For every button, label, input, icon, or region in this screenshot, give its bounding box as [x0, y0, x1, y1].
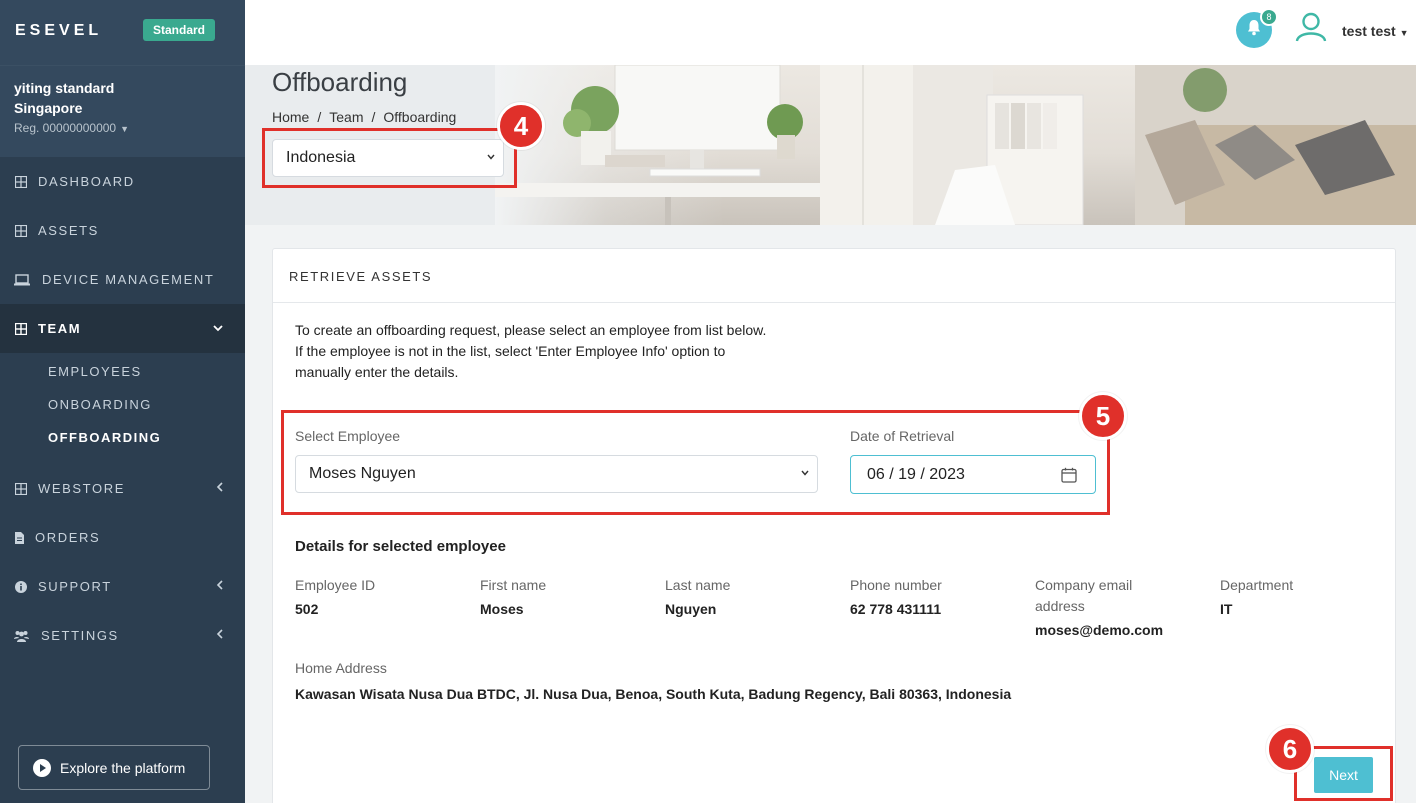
- home-address-value: Kawasan Wisata Nusa Dua BTDC, Jl. Nusa D…: [295, 686, 1012, 702]
- breadcrumb: Home / Team / Offboarding: [272, 109, 457, 125]
- sidebar-item-label: SUPPORT: [38, 579, 112, 594]
- org-switcher[interactable]: yiting standard Singapore Reg. 000000000…: [0, 65, 245, 157]
- breadcrumb-home[interactable]: Home: [272, 109, 309, 125]
- sidebar-item-label: SETTINGS: [41, 628, 119, 643]
- field-label: Phone number: [850, 577, 942, 593]
- sidebar-item-assets[interactable]: ASSETS: [0, 206, 245, 255]
- breadcrumb-current: Offboarding: [383, 109, 457, 125]
- sidebar-item-orders[interactable]: ORDERS: [0, 513, 245, 562]
- team-subnav: EMPLOYEES ONBOARDING OFFBOARDING: [0, 353, 245, 464]
- intro-line: manually enter the details.: [295, 364, 459, 380]
- chevron-left-icon: [216, 481, 223, 495]
- home-address-label: Home Address: [295, 660, 387, 676]
- field-employee-id: Employee ID 502: [295, 575, 465, 617]
- banner-image: [495, 65, 1416, 225]
- field-value: Moses: [480, 601, 524, 617]
- sidebar-item-dashboard[interactable]: DASHBOARD: [0, 157, 245, 206]
- user-name: test test: [1342, 23, 1396, 39]
- intro-line: If the employee is not in the list, sele…: [295, 343, 726, 359]
- user-avatar-icon[interactable]: [1295, 12, 1327, 47]
- step-marker-5: 5: [1079, 392, 1127, 440]
- team-section: TEAM EMPLOYEES ONBOARDING OFFBOARDING: [0, 304, 245, 464]
- sidebar-item-label: ASSETS: [38, 223, 99, 238]
- chevron-left-icon: [216, 579, 223, 593]
- sidebar-item-team[interactable]: TEAM: [0, 304, 245, 353]
- laptop-icon: [14, 273, 30, 287]
- chevron-left-icon: [216, 628, 223, 642]
- user-menu[interactable]: test test ▼: [1342, 23, 1409, 39]
- subnav-item-onboarding[interactable]: ONBOARDING: [0, 388, 245, 421]
- retrieve-assets-card: RETRIEVE ASSETS To create an offboarding…: [272, 248, 1396, 803]
- sidebar-item-support[interactable]: SUPPORT: [0, 562, 245, 611]
- field-value: 502: [295, 601, 319, 617]
- explore-platform-button[interactable]: Explore the platform: [18, 745, 210, 790]
- sidebar-item-label: DEVICE MANAGEMENT: [42, 272, 215, 287]
- sidebar-item-label: ORDERS: [35, 530, 101, 545]
- step-marker-6: 6: [1266, 725, 1314, 773]
- grid-icon: [14, 175, 28, 189]
- users-icon: [14, 629, 29, 643]
- info-icon: [14, 580, 28, 594]
- highlight-box-country: [262, 128, 517, 188]
- sidebar-item-device-management[interactable]: DEVICE MANAGEMENT: [0, 255, 245, 304]
- field-value: moses@demo.com: [1035, 622, 1164, 638]
- field-label: Employee ID: [295, 577, 376, 593]
- details-title: Details for selected employee: [295, 538, 506, 555]
- sidebar-item-webstore[interactable]: WEBSTORE: [0, 464, 245, 513]
- field-company-email: Company email address moses@demo.com: [1035, 575, 1175, 638]
- grid-icon: [14, 322, 28, 336]
- card-title: RETRIEVE ASSETS: [273, 249, 1395, 303]
- breadcrumb-team[interactable]: Team: [329, 109, 363, 125]
- field-value: IT: [1220, 601, 1233, 617]
- page-title: Offboarding: [272, 67, 408, 97]
- org-reg[interactable]: Reg. 00000000000 ▼: [14, 121, 231, 135]
- brand-logo[interactable]: ESEVEL: [15, 22, 102, 40]
- field-value: 62 778 431111: [850, 601, 942, 617]
- grid-icon: [14, 224, 28, 238]
- sidebar: ESEVEL Standard yiting standard Singapor…: [0, 0, 245, 803]
- notification-count-badge: 8: [1260, 8, 1278, 26]
- explore-label: Explore the platform: [60, 759, 186, 776]
- sidebar-item-label: TEAM: [38, 321, 82, 336]
- field-label: Company email address: [1035, 577, 1133, 614]
- file-icon: [14, 531, 24, 545]
- office-illustration: [495, 65, 1416, 225]
- caret-down-icon: ▼: [120, 124, 130, 134]
- org-name-line1: yiting standard: [14, 80, 115, 96]
- org-name-line2: Singapore: [14, 100, 83, 116]
- sidebar-item-label: DASHBOARD: [38, 174, 135, 189]
- plan-badge: Standard: [143, 19, 216, 41]
- grid-icon: [14, 482, 28, 496]
- chevron-down-icon: [213, 321, 223, 335]
- step-marker-4: 4: [497, 102, 545, 150]
- sidebar-item-label: WEBSTORE: [38, 481, 125, 496]
- org-reg-number: Reg. 00000000000: [14, 121, 117, 135]
- field-label: Department: [1220, 577, 1294, 593]
- subnav-item-employees[interactable]: EMPLOYEES: [0, 355, 245, 388]
- subnav-item-offboarding[interactable]: OFFBOARDING: [0, 421, 245, 454]
- field-last-name: Last name Nguyen: [665, 575, 835, 617]
- field-value: Nguyen: [665, 601, 717, 617]
- play-icon: [33, 758, 51, 777]
- sidebar-item-settings[interactable]: SETTINGS: [0, 611, 245, 660]
- field-label: Last name: [665, 577, 731, 593]
- highlight-box-employee-date: [281, 410, 1110, 515]
- brand-row: ESEVEL Standard: [0, 0, 245, 65]
- intro-line: To create an offboarding request, please…: [295, 322, 767, 338]
- bell-icon: [1246, 19, 1262, 41]
- sidebar-nav: DASHBOARD ASSETS DEVICE MANAGEMENT TEAM …: [0, 157, 245, 660]
- caret-down-icon: ▼: [1399, 28, 1409, 38]
- field-phone-number: Phone number 62 778 431111: [850, 575, 1020, 617]
- topbar: 8 test test ▼: [245, 0, 1416, 65]
- intro-text: To create an offboarding request, please…: [295, 320, 835, 383]
- field-department: Department IT: [1220, 575, 1390, 617]
- field-first-name: First name Moses: [480, 575, 650, 617]
- field-label: First name: [480, 577, 547, 593]
